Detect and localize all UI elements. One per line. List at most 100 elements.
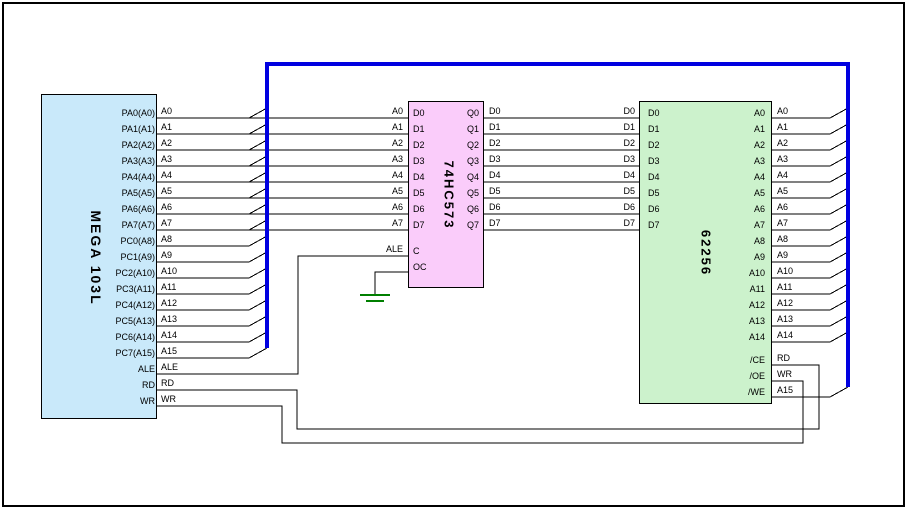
schematic-canvas: MEGA 103L 74HC573 62256 PA0(A0)PA1(A1)PA… (0, 0, 905, 507)
pin-label-sram-A5: A5 (665, 188, 765, 198)
pin-label-sram-D4: D4 (648, 172, 660, 182)
pin-label-latch-D0: D0 (413, 108, 425, 118)
bus-entry-right (830, 332, 848, 342)
bus-entry-left (249, 108, 267, 118)
bus-entry-right (830, 204, 848, 214)
net-label-A6: A6 (777, 202, 788, 212)
bus-entry-left (249, 188, 267, 198)
pin-label-sram-D6: D6 (648, 204, 660, 214)
pin-label-sram-A3: A3 (665, 156, 765, 166)
net-label-A3: A3 (777, 154, 788, 164)
net-label-D3: D3 (585, 154, 635, 164)
pin-label-mcu-PA5(A5): PA5(A5) (55, 188, 155, 198)
bus-entry-right (830, 188, 848, 198)
pin-label-sram-D7: D7 (648, 220, 660, 230)
pin-label-mcu-PC3(A11): PC3(A11) (55, 284, 155, 294)
pin-label-sram-D5: D5 (648, 188, 660, 198)
pin-label-latch-D5: D5 (413, 188, 425, 198)
net-label-A7: A7 (777, 218, 788, 228)
pin-label-latch-Q1: Q1 (429, 124, 479, 134)
net-label-D2: D2 (489, 138, 501, 148)
bus-entry-right (830, 140, 848, 150)
net-label-D4: D4 (489, 170, 501, 180)
pin-label-latch-D2: D2 (413, 140, 425, 150)
net-label-A7: A7 (353, 218, 403, 228)
pin-label-sram-A13: A13 (665, 316, 765, 326)
bus-entry-left (249, 252, 267, 262)
pin-label-latch-D3: D3 (413, 156, 425, 166)
net-label-D6: D6 (585, 202, 635, 212)
pin-label-mcu-PC4(A12): PC4(A12) (55, 300, 155, 310)
net-label-A2: A2 (353, 138, 403, 148)
bus-entry-left (249, 316, 267, 326)
bus-entry-right (830, 284, 848, 294)
pin-label-mcu-PC2(A10): PC2(A10) (55, 268, 155, 278)
pin-label-latch-Q3: Q3 (429, 156, 479, 166)
net-label-A10: A10 (161, 266, 177, 276)
pin-label-mcu-PA6(A6): PA6(A6) (55, 204, 155, 214)
net-label-A6: A6 (353, 202, 403, 212)
bus-entry-right (830, 236, 848, 246)
net-label-A13: A13 (777, 314, 793, 324)
net-label-A11: A11 (777, 282, 792, 292)
net-label-A2: A2 (777, 138, 788, 148)
pin-label-mcu-PA2(A2): PA2(A2) (55, 140, 155, 150)
bus-entry-left (249, 140, 267, 150)
net-label-A11: A11 (161, 282, 176, 292)
net-label-ale: ALE (353, 244, 403, 254)
net-label-RD: RD (161, 378, 174, 388)
pin-label-mcu-ALE: ALE (55, 364, 155, 374)
pin-label-latch-Q7: Q7 (429, 220, 479, 230)
net-label-D5: D5 (585, 186, 635, 196)
bus-entry-left (249, 156, 267, 166)
pin-label-sram-A0: A0 (665, 108, 765, 118)
net-label-D6: D6 (489, 202, 501, 212)
pin-label-sram-A6: A6 (665, 204, 765, 214)
pin-label-latch-OC: OC (413, 262, 427, 272)
pin-label-mcu-WR: WR (55, 396, 155, 406)
net-label-A13: A13 (161, 314, 177, 324)
pin-label-sram-D3: D3 (648, 156, 660, 166)
pin-label-sram-D1: D1 (648, 124, 660, 134)
bus-entry-left (249, 124, 267, 134)
pin-label-sram-D0: D0 (648, 108, 660, 118)
pin-label-sram-A10: A10 (665, 268, 765, 278)
pin-label-mcu-PC5(A13): PC5(A13) (55, 316, 155, 326)
net-label-A8: A8 (777, 234, 788, 244)
net-label-D4: D4 (585, 170, 635, 180)
net-label-A15: A15 (161, 346, 177, 356)
net-label-A14: A14 (777, 330, 793, 340)
bus-entry-left (249, 236, 267, 246)
pin-label-sram-A12: A12 (665, 300, 765, 310)
net-label-RD: RD (777, 353, 790, 363)
bus-entry-left (249, 284, 267, 294)
bus-entry-left (249, 220, 267, 230)
bus-entry-left (249, 268, 267, 278)
net-label-A10: A10 (777, 266, 793, 276)
pin-label-latch-Q0: Q0 (429, 108, 479, 118)
net-label-A15: A15 (777, 385, 793, 395)
bus-entry-left (249, 172, 267, 182)
net-label-A9: A9 (777, 250, 788, 260)
pin-label-sram-A4: A4 (665, 172, 765, 182)
net-label-D7: D7 (489, 218, 501, 228)
net-label-A0: A0 (161, 106, 172, 116)
pin-label-sram-D2: D2 (648, 140, 660, 150)
bus-entry-right (830, 268, 848, 278)
net-label-A8: A8 (161, 234, 172, 244)
net-label-D7: D7 (585, 218, 635, 228)
bus-entry-right (830, 172, 848, 182)
net-label-A9: A9 (161, 250, 172, 260)
pin-label-sram-/CE: /CE (665, 355, 765, 365)
bus-entry-left (249, 348, 267, 358)
pin-label-sram-A14: A14 (665, 332, 765, 342)
net-label-A14: A14 (161, 330, 177, 340)
pin-label-latch-Q4: Q4 (429, 172, 479, 182)
net-label-WR: WR (777, 369, 792, 379)
net-label-A3: A3 (353, 154, 403, 164)
bus-entry-right (830, 108, 848, 118)
net-label-ALE: ALE (161, 362, 178, 372)
net-label-A4: A4 (777, 170, 788, 180)
wire-ale (157, 256, 408, 374)
pin-label-mcu-PA1(A1): PA1(A1) (55, 124, 155, 134)
